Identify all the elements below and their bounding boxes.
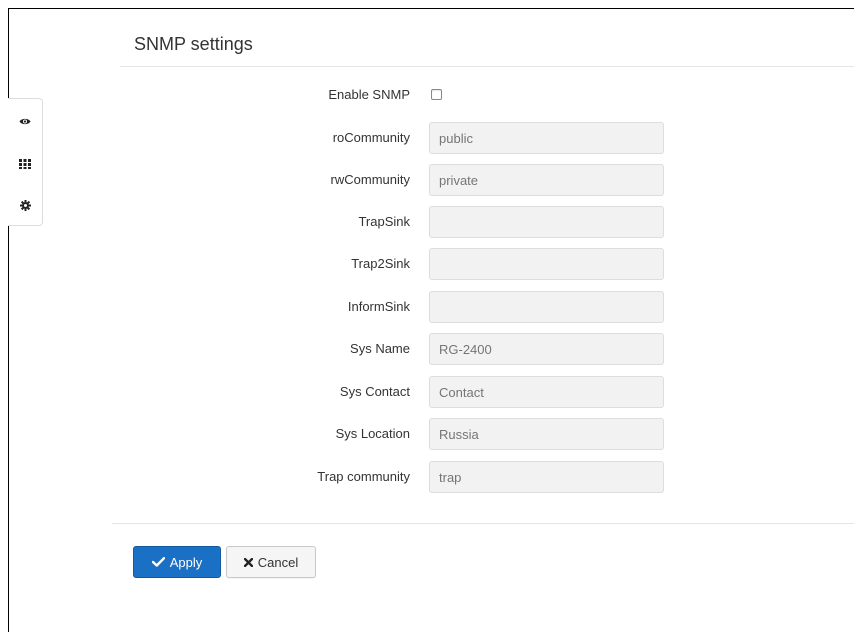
trap-sink-label: TrapSink bbox=[358, 214, 410, 229]
footer-divider bbox=[112, 523, 854, 524]
sys-contact-row: Sys Contact bbox=[0, 376, 854, 408]
enable-snmp-row: Enable SNMP bbox=[0, 79, 854, 111]
rw-community-label: rwCommunity bbox=[330, 172, 410, 187]
sys-contact-input[interactable] bbox=[429, 376, 664, 408]
enable-snmp-label: Enable SNMP bbox=[328, 87, 410, 102]
page-title: SNMP settings bbox=[134, 34, 253, 54]
inform-sink-row: InformSink bbox=[0, 291, 854, 323]
sys-location-label: Sys Location bbox=[335, 426, 410, 441]
cancel-button-label: Cancel bbox=[257, 554, 299, 570]
cancel-button[interactable]: Cancel bbox=[226, 546, 316, 578]
sys-location-input[interactable] bbox=[429, 418, 664, 450]
ro-community-input[interactable] bbox=[429, 122, 664, 154]
trap-community-row: Trap community bbox=[0, 461, 854, 493]
rw-community-row: rwCommunity bbox=[0, 164, 854, 196]
apply-button[interactable]: Apply bbox=[133, 546, 221, 578]
trap2-sink-input[interactable] bbox=[429, 248, 664, 280]
inform-sink-label: InformSink bbox=[347, 299, 410, 314]
sys-name-row: Sys Name bbox=[0, 333, 854, 365]
sys-location-row: Sys Location bbox=[0, 418, 854, 450]
inform-sink-input[interactable] bbox=[429, 291, 664, 323]
sys-name-label: Sys Name bbox=[350, 341, 410, 356]
trap-community-input[interactable] bbox=[429, 461, 664, 493]
trap-sink-input[interactable] bbox=[429, 206, 664, 238]
sys-contact-label: Sys Contact bbox=[339, 384, 410, 399]
sys-name-input[interactable] bbox=[429, 333, 664, 365]
trap-sink-row: TrapSink bbox=[0, 206, 854, 238]
title-divider bbox=[120, 66, 854, 67]
close-icon bbox=[243, 557, 253, 567]
rw-community-input[interactable] bbox=[429, 164, 664, 196]
ro-community-label: roCommunity bbox=[332, 130, 410, 145]
ro-community-row: roCommunity bbox=[0, 122, 854, 154]
enable-snmp-checkbox[interactable] bbox=[431, 89, 442, 100]
trap2-sink-label: Trap2Sink bbox=[351, 256, 410, 271]
apply-button-label: Apply bbox=[169, 554, 203, 570]
trap-community-label: Trap community bbox=[317, 469, 410, 484]
checkmark-icon bbox=[151, 557, 165, 567]
trap2-sink-row: Trap2Sink bbox=[0, 248, 854, 280]
